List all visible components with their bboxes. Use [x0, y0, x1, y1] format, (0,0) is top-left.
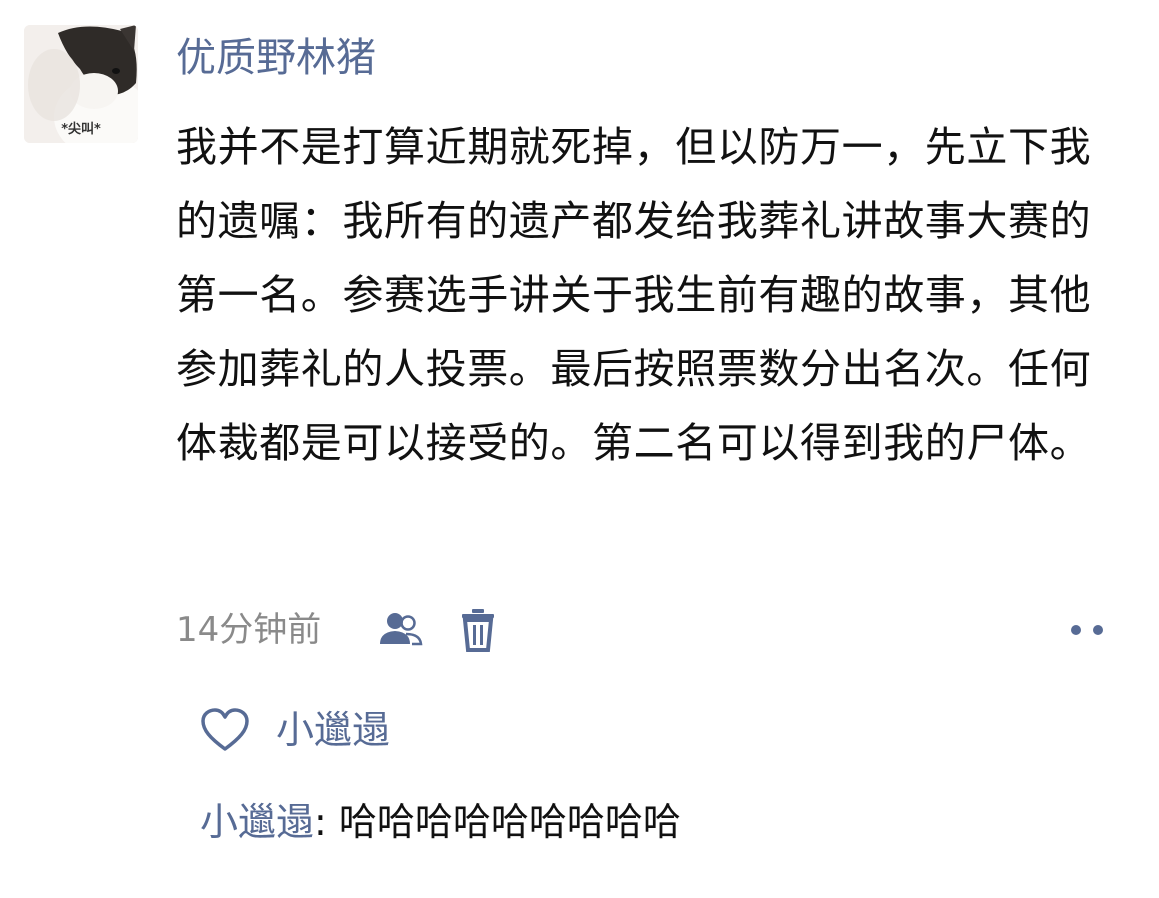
more-dots-icon [1071, 625, 1103, 635]
avatar[interactable]: *尖叫* [24, 25, 138, 143]
friends-icon[interactable] [376, 610, 424, 652]
more-options-button[interactable] [1066, 618, 1110, 642]
comment-separator: : [314, 800, 339, 844]
comment-author[interactable]: 小邋遢 [200, 800, 314, 844]
heart-icon [200, 708, 250, 752]
post-meta-bar: 14分钟前 [176, 604, 1126, 656]
likes-row: 小邋遢 [200, 702, 800, 758]
moment-post: *尖叫* 优质野林猪 我并不是打算近期就死掉，但以防万一，先立下我的遗嘱：我所有… [0, 0, 1159, 898]
trash-icon[interactable] [460, 608, 496, 652]
post-author-name[interactable]: 优质野林猪 [176, 30, 376, 86]
like-user-name[interactable]: 小邋遢 [276, 702, 390, 758]
comment-text: 哈哈哈哈哈哈哈哈哈 [338, 800, 681, 844]
avatar-caption: *尖叫* [61, 122, 101, 137]
post-timestamp: 14分钟前 [176, 610, 322, 650]
post-content: 我并不是打算近期就死掉，但以防万一，先立下我的遗嘱：我所有的遗产都发给我葬礼讲故… [176, 123, 1092, 467]
comment-item[interactable]: 小邋遢: 哈哈哈哈哈哈哈哈哈 [200, 792, 681, 852]
